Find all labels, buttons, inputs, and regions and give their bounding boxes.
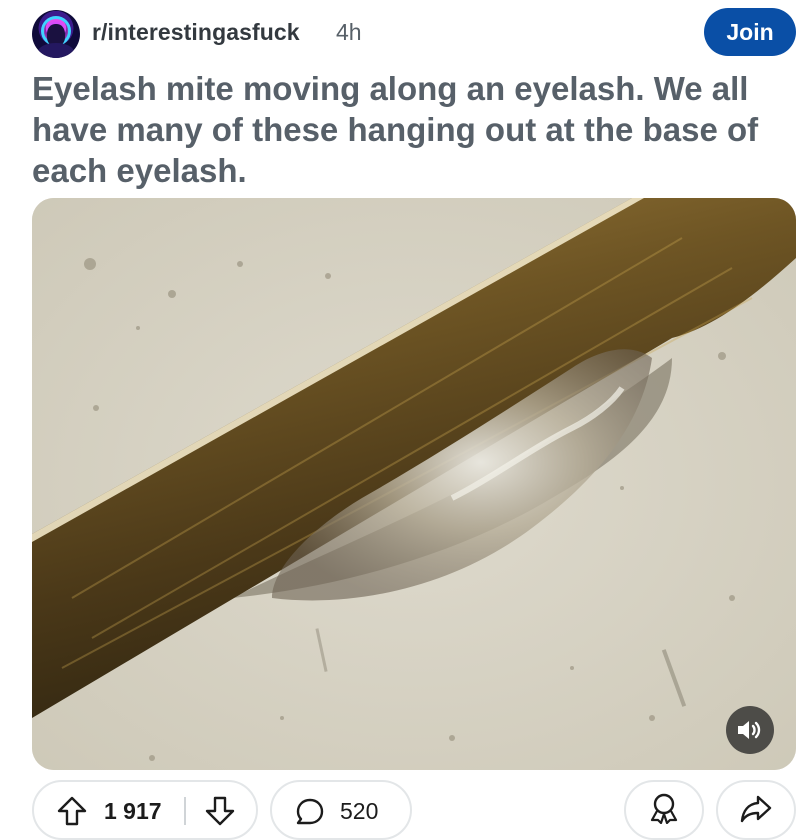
subreddit-name[interactable]: r/interestingasfuck — [92, 19, 300, 46]
post-age: 4h — [336, 19, 362, 45]
post-video[interactable] — [32, 198, 796, 770]
award-icon — [649, 792, 679, 829]
share-button[interactable] — [716, 780, 796, 840]
vote-score: 1 917 — [104, 798, 162, 824]
award-button[interactable] — [624, 780, 704, 840]
vote-divider — [184, 797, 186, 825]
comments-button[interactable]: 520 — [270, 780, 412, 840]
downvote-arrow-icon[interactable] — [204, 795, 236, 832]
join-button[interactable]: Join — [704, 8, 796, 56]
share-arrow-icon — [740, 793, 772, 828]
sound-on-icon[interactable] — [726, 706, 774, 754]
post-header: r/interestingasfuck 4h Join — [0, 0, 804, 64]
vote-control: 1 917 — [32, 780, 258, 840]
post-actions: 1 917 520 — [0, 780, 804, 840]
video-frame — [32, 198, 796, 770]
comment-bubble-icon — [294, 796, 326, 833]
comment-count: 520 — [340, 798, 379, 824]
post-title[interactable]: Eyelash mite moving along an eyelash. We… — [32, 68, 772, 191]
subreddit-avatar[interactable] — [32, 10, 80, 58]
upvote-arrow-icon[interactable] — [56, 795, 88, 832]
